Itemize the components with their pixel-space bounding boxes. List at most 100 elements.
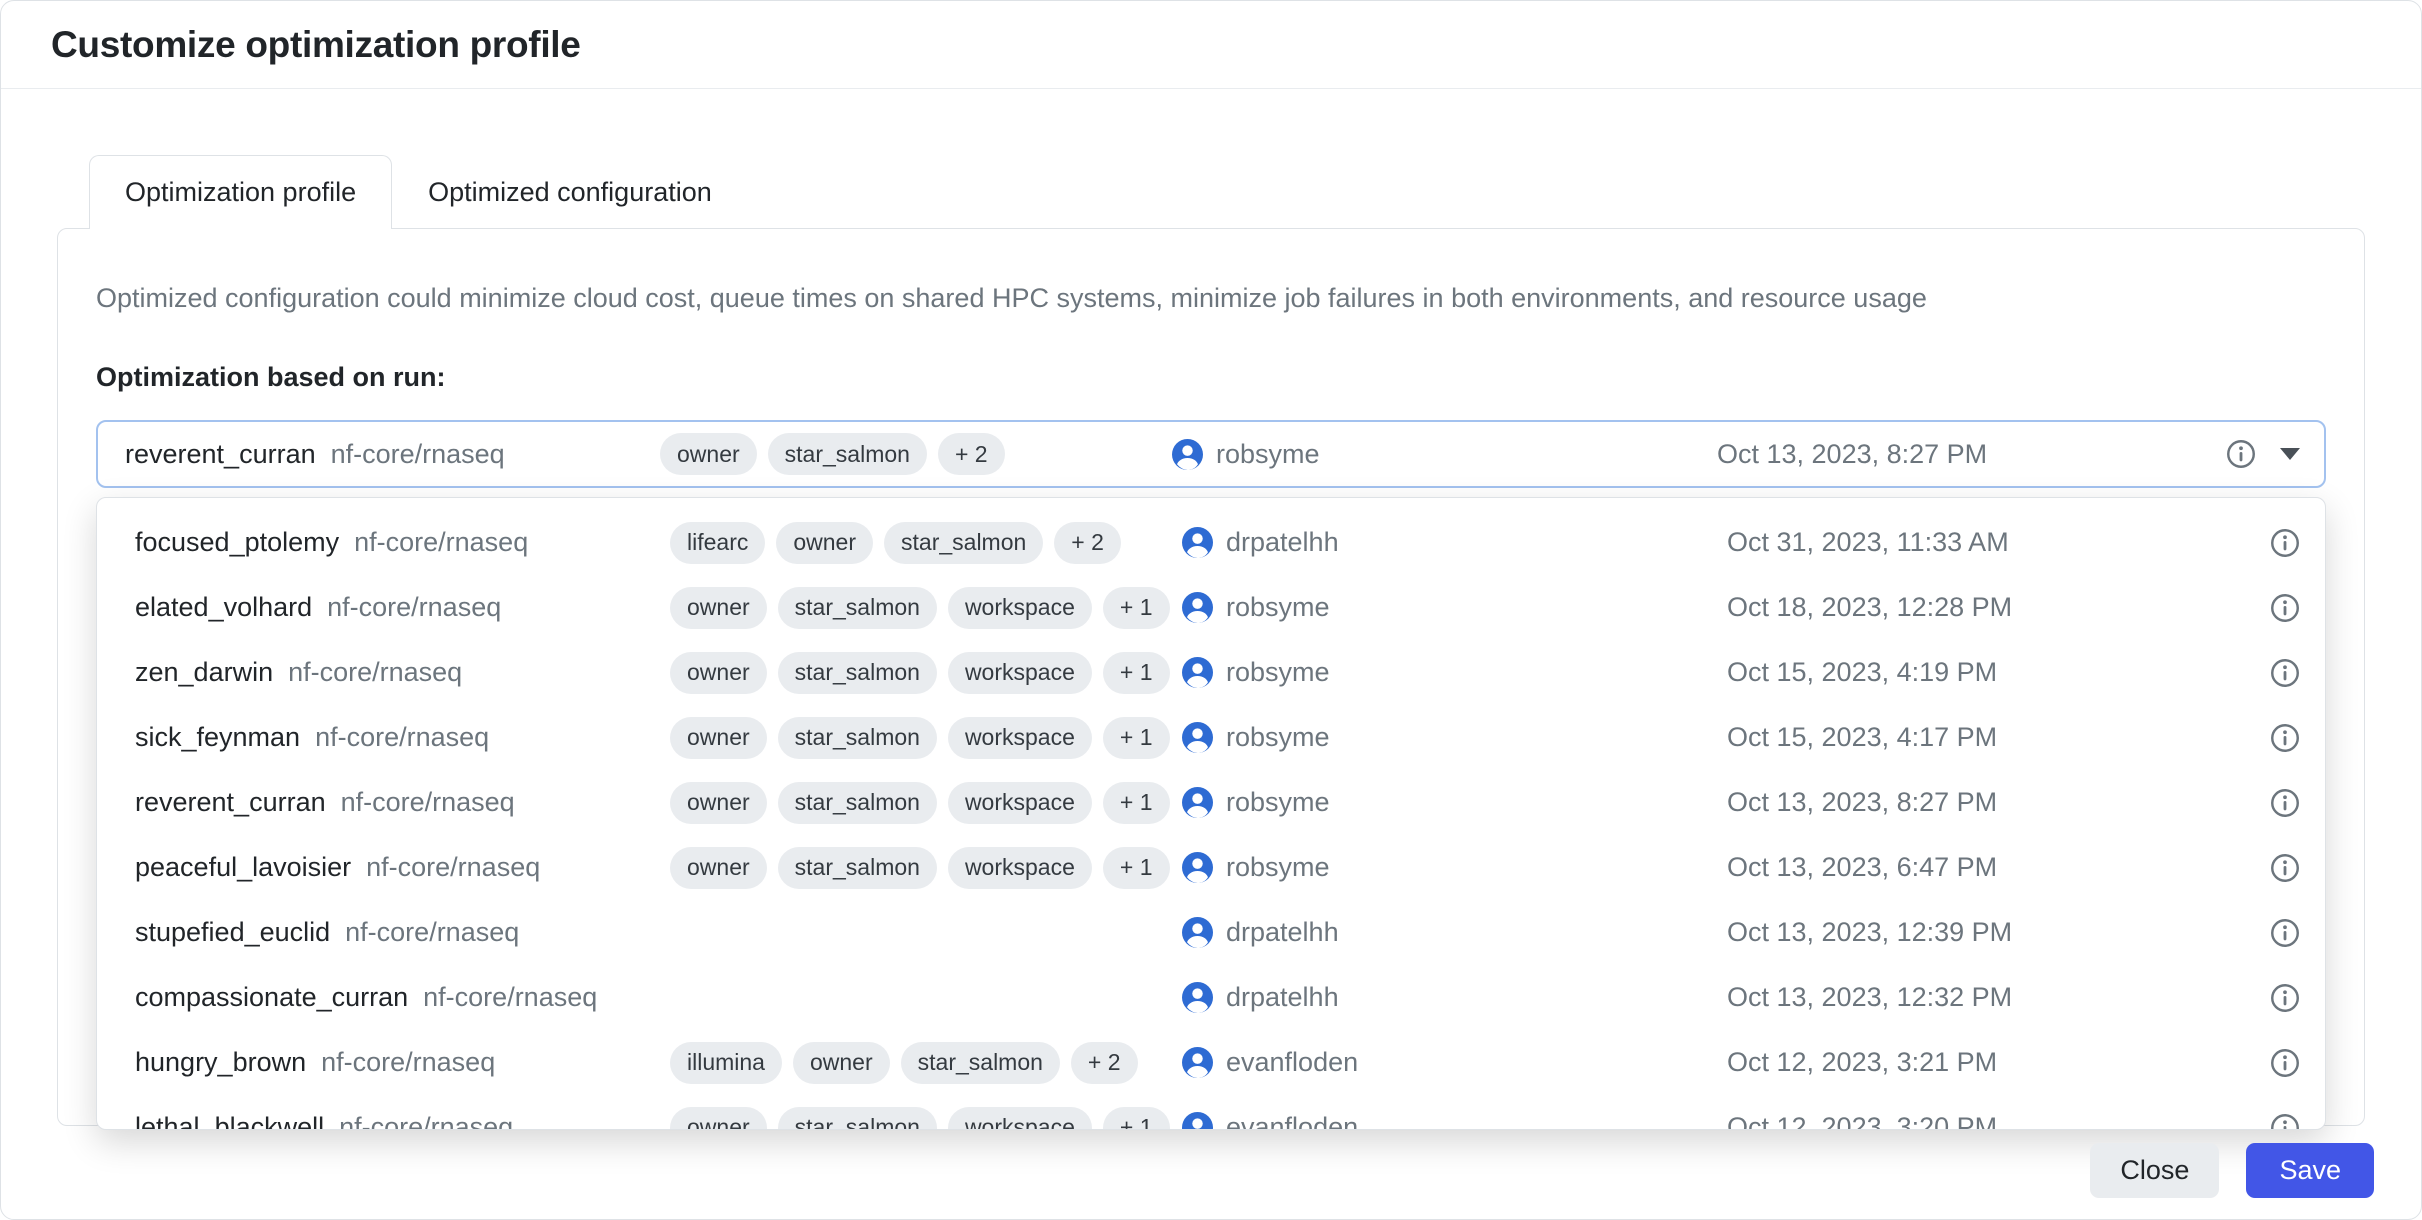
run-tag: + 1 [1103,782,1170,824]
run-tag: workspace [948,782,1092,824]
run-pipeline: nf-core/rnaseq [366,852,540,883]
user-name: drpatelhh [1226,527,1339,558]
run-tag: + 2 [1071,1042,1138,1084]
run-date: Oct 13, 2023, 6:47 PM [1727,852,2230,883]
run-date: Oct 12, 2023, 3:20 PM [1727,1112,2230,1130]
info-icon[interactable] [2226,439,2256,469]
modal-body: Optimization profile Optimized configura… [1,89,2421,1126]
run-tag: star_salmon [778,587,937,629]
user-avatar-icon [1172,439,1203,470]
selected-run-name: reverent_curran [125,439,316,470]
user-avatar-icon [1182,787,1213,818]
run-list-item[interactable]: hungry_brown nf-core/rnaseq illuminaowne… [97,1030,2325,1095]
run-tag: + 1 [1103,587,1170,629]
run-tag: owner [670,1107,767,1131]
info-icon[interactable] [2270,788,2300,818]
run-date: Oct 31, 2023, 11:33 AM [1727,527,2230,558]
tab-optimization-profile[interactable]: Optimization profile [89,155,392,228]
run-tags: ownerstar_salmonworkspace+ 1 [670,652,1182,694]
user-name: evanfloden [1226,1112,1358,1130]
info-icon[interactable] [2270,983,2300,1013]
run-tags: ownerstar_salmonworkspace+ 1 [670,587,1182,629]
user-avatar-icon [1182,1112,1213,1130]
info-icon[interactable] [2270,853,2300,883]
run-select[interactable]: reverent_curran nf-core/rnaseq ownerstar… [96,420,2326,488]
user-name: robsyme [1226,657,1330,688]
run-date: Oct 13, 2023, 12:39 PM [1727,917,2230,948]
run-name: zen_darwin [135,657,273,688]
run-name: peaceful_lavoisier [135,852,351,883]
run-tags: owner star_salmon workspace + 1 [670,782,1182,824]
run-date: Oct 13, 2023, 12:32 PM [1727,982,2230,1013]
info-icon[interactable] [2270,593,2300,623]
run-tags: lifearcownerstar_salmon+ 2 [670,522,1182,564]
run-list-item[interactable]: zen_darwin nf-core/rnaseq ownerstar_salm… [97,640,2325,705]
run-list-item[interactable]: focused_ptolemy nf-core/rnaseq lifearcow… [97,510,2325,575]
run-name: reverent_curran [135,787,326,818]
info-icon[interactable] [2270,918,2300,948]
run-tag: + 1 [1103,1107,1170,1131]
run-pipeline: nf-core/rnaseq [345,917,519,948]
info-icon[interactable] [2270,528,2300,558]
user-avatar-icon [1182,1047,1213,1078]
run-list-item[interactable]: lethal_blackwell nf-core/rnaseq ownersta… [97,1095,2325,1130]
tab-bar: Optimization profile Optimized configura… [57,155,2365,228]
run-pipeline: nf-core/rnaseq [327,592,501,623]
run-pipeline: nf-core/rnaseq [423,982,597,1013]
run-tag: star_salmon [778,717,937,759]
user-name: evanfloden [1226,1047,1358,1078]
run-date: Oct 15, 2023, 4:17 PM [1727,722,2230,753]
user-name: drpatelhh [1226,917,1339,948]
user-avatar-icon [1182,917,1213,948]
info-icon[interactable] [2270,1113,2300,1131]
run-picker: reverent_curran nf-core/rnaseq ownerstar… [96,420,2326,488]
run-tag: star_salmon [768,433,927,475]
run-tag: + 1 [1103,652,1170,694]
run-date: Oct 15, 2023, 4:19 PM [1727,657,2230,688]
run-tag: owner [670,587,767,629]
info-icon[interactable] [2270,723,2300,753]
description-text: Optimized configuration could minimize c… [96,281,2326,315]
run-name: focused_ptolemy [135,527,339,558]
user-avatar-icon [1182,592,1213,623]
info-icon[interactable] [2270,658,2300,688]
info-icon[interactable] [2270,1048,2300,1078]
run-tag: illumina [670,1042,782,1084]
run-tag: + 1 [1103,847,1170,889]
run-list-item[interactable]: elated_volhard nf-core/rnaseq ownerstar_… [97,575,2325,640]
run-list-item[interactable]: compassionate_curran nf-core/rnaseq drpa… [97,965,2325,1030]
user-avatar-icon [1182,527,1213,558]
run-date: Oct 13, 2023, 8:27 PM [1727,787,2230,818]
run-list-item[interactable]: reverent_curran nf-core/rnaseq owner star… [97,770,2325,835]
user-name: robsyme [1226,592,1330,623]
run-list-item[interactable]: stupefied_euclid nf-core/rnaseq drpatelh… [97,900,2325,965]
run-tag: + 2 [938,433,1005,475]
run-list-item[interactable]: peaceful_lavoisier nf-core/rnaseq owners… [97,835,2325,900]
run-pipeline: nf-core/rnaseq [341,787,515,818]
run-tag: owner [670,847,767,889]
selected-run-pipeline: nf-core/rnaseq [331,439,505,470]
user-name: drpatelhh [1226,982,1339,1013]
run-tag: workspace [948,847,1092,889]
selected-run: reverent_curran nf-core/rnaseq [125,439,660,470]
run-pipeline: nf-core/rnaseq [339,1112,513,1130]
run-tag: workspace [948,717,1092,759]
run-tag: star_salmon [778,782,937,824]
run-tag: star_salmon [778,1107,937,1131]
run-tags: owner star_salmon workspace + 1 [670,1107,1182,1131]
run-tags: ownerstar_salmonworkspace+ 1 [670,847,1182,889]
run-list-item[interactable]: sick_feynman nf-core/rnaseq ownerstar_sa… [97,705,2325,770]
run-tag: owner [670,782,767,824]
run-pipeline: nf-core/rnaseq [288,657,462,688]
close-button[interactable]: Close [2090,1143,2219,1198]
select-actions [2180,439,2300,469]
user-name: robsyme [1226,722,1330,753]
selected-run-tags: ownerstar_salmon+ 2 [660,433,1172,475]
user-avatar-icon [1182,982,1213,1013]
selected-run-user: robsyme [1216,439,1320,470]
chevron-down-icon[interactable] [2280,448,2300,460]
run-tag: workspace [948,1107,1092,1131]
save-button[interactable]: Save [2246,1143,2374,1198]
tab-optimized-configuration[interactable]: Optimized configuration [392,155,748,228]
run-tags: ownerstar_salmonworkspace+ 1 [670,717,1182,759]
